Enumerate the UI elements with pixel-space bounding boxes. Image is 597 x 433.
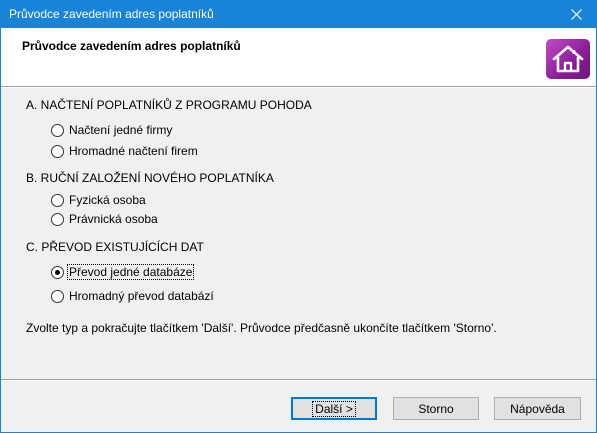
section-c-heading: C. PŘEVOD EXISTUJÍCÍCH DAT — [26, 240, 204, 254]
wizard-header-title: Průvodce zavedením adres poplatníků — [22, 39, 241, 53]
radio-button[interactable] — [51, 193, 64, 207]
option-label: Načtení jedné firmy — [69, 123, 173, 137]
radio-button[interactable] — [51, 144, 64, 158]
section-a-heading: A. NAČTENÍ POPLATNÍKŮ Z PROGRAMU POHODA — [26, 98, 312, 112]
footer-divider — [1, 379, 596, 381]
home-logo — [546, 39, 590, 79]
wizard-header: Průvodce zavedením adres poplatníků — [1, 28, 596, 86]
option-single-company[interactable]: Načtení jedné firmy — [51, 122, 173, 138]
home-icon — [552, 45, 584, 73]
radio-button[interactable] — [51, 289, 64, 303]
radio-button-selected[interactable] — [51, 265, 64, 279]
help-button[interactable]: Nápověda — [494, 397, 581, 420]
help-button-label: Nápověda — [510, 401, 565, 416]
next-button[interactable]: Další > — [291, 397, 377, 420]
wizard-window: Průvodce zavedením adres poplatníků Prův… — [0, 0, 597, 433]
window-title: Průvodce zavedením adres poplatníků — [9, 7, 214, 21]
cancel-button-label: Storno — [418, 401, 454, 416]
option-bulk-databases[interactable]: Hromadný převod databází — [51, 288, 215, 304]
option-bulk-companies[interactable]: Hromadné načtení firem — [51, 143, 199, 159]
option-label: Hromadný převod databází — [69, 289, 214, 303]
title-bar: Průvodce zavedením adres poplatníků — [1, 1, 596, 28]
close-button[interactable] — [556, 1, 596, 28]
instruction-text: Zvolte typ a pokračujte tlačítkem 'Další… — [26, 321, 497, 335]
option-label: Hromadné načtení firem — [69, 144, 198, 158]
option-label: Fyzická osoba — [69, 193, 146, 207]
cancel-button[interactable]: Storno — [393, 397, 479, 420]
close-icon — [570, 9, 582, 20]
radio-button[interactable] — [51, 123, 64, 137]
option-single-database[interactable]: Převod jedné databáze — [51, 264, 195, 280]
header-divider — [1, 86, 596, 88]
option-label: Právnická osoba — [69, 212, 158, 226]
option-legal-person[interactable]: Právnická osoba — [51, 211, 159, 227]
radio-button[interactable] — [51, 212, 64, 226]
section-b-heading: B. RUČNÍ ZALOŽENÍ NOVÉHO POPLATNÍKA — [26, 171, 274, 185]
option-label: Převod jedné databáze — [66, 264, 195, 280]
option-natural-person[interactable]: Fyzická osoba — [51, 192, 147, 208]
next-button-label: Další > — [312, 400, 356, 417]
